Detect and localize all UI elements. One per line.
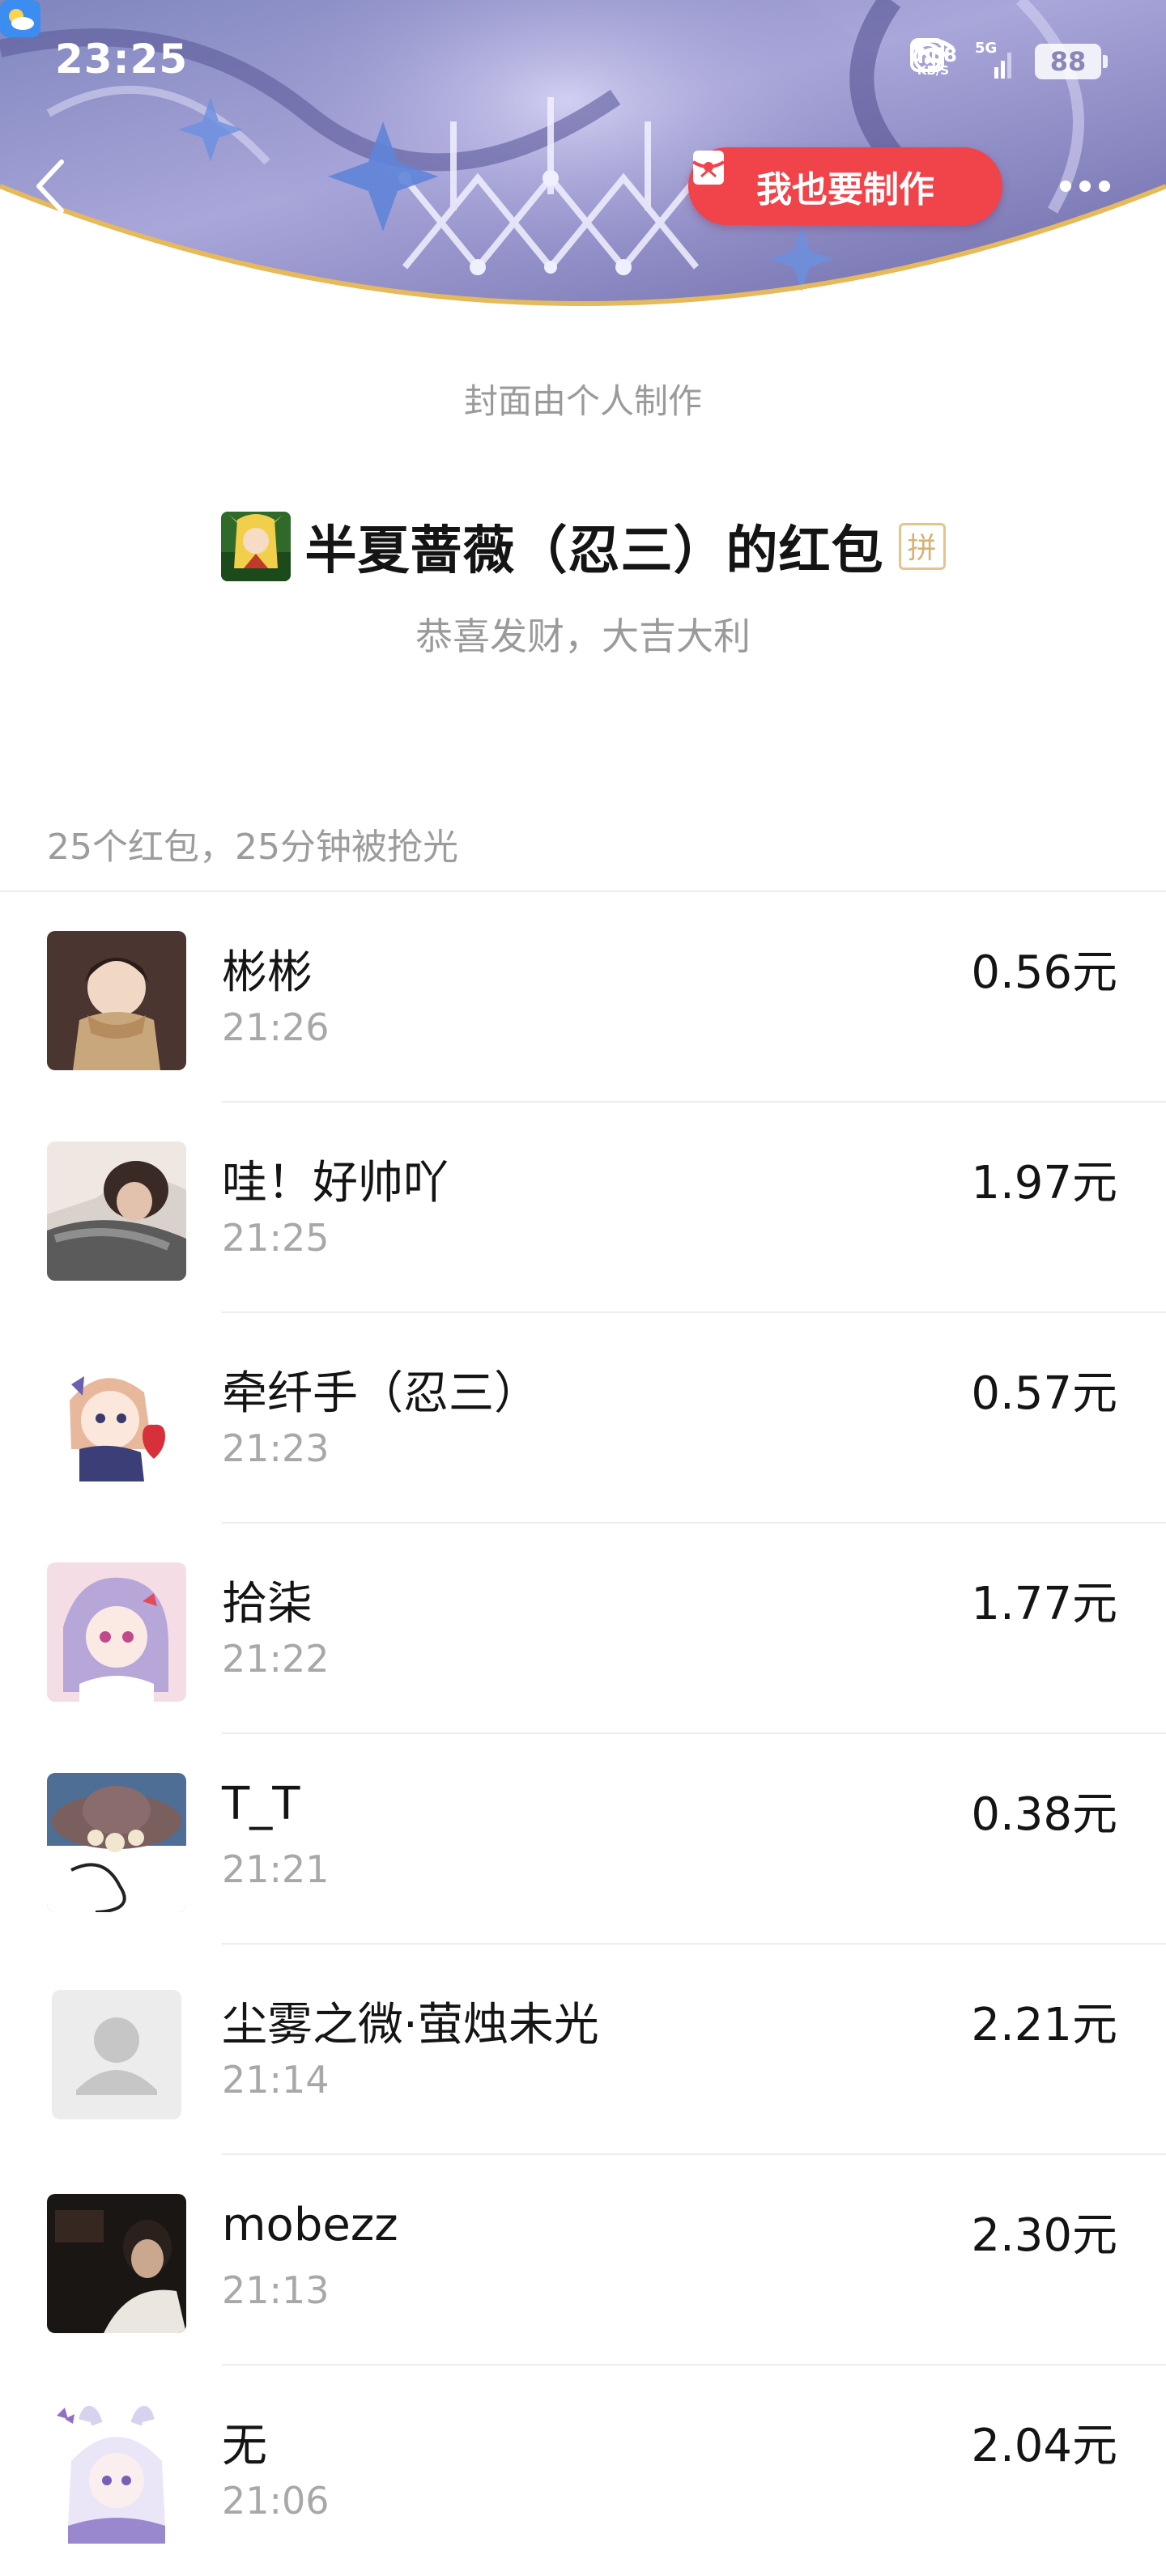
user-avatar[interactable] bbox=[52, 1990, 181, 2119]
user-name: 无 bbox=[222, 2420, 267, 2472]
more-dots-icon bbox=[1060, 181, 1110, 192]
car-night-photo-avatar-image bbox=[47, 2194, 186, 2333]
user-avatar[interactable] bbox=[47, 1773, 186, 1912]
make-button-label: 我也要制作 bbox=[756, 169, 934, 210]
default-user-icon bbox=[52, 1990, 181, 2119]
list-item[interactable]: 哇！好帅吖 21:25 1.97元 bbox=[0, 1103, 1166, 1313]
user-avatar[interactable] bbox=[47, 1141, 186, 1281]
back-button[interactable] bbox=[31, 154, 71, 219]
battery-indicator: 88 bbox=[1035, 44, 1108, 79]
anime-purple-hair-avatar-image bbox=[47, 1562, 186, 1702]
anime-boy-scarf-avatar-image bbox=[47, 931, 186, 1070]
list-item[interactable]: 拾柒 21:22 1.77元 bbox=[0, 1524, 1166, 1734]
claim-amount: 1.77元 bbox=[971, 1578, 1117, 1630]
claim-time: 21:23 bbox=[222, 1426, 330, 1470]
user-name: mobezz bbox=[222, 2199, 398, 2251]
user-name: T_T bbox=[222, 1778, 300, 1830]
list-item[interactable]: 无 21:06 2.04元 bbox=[0, 2366, 1166, 2576]
user-avatar[interactable] bbox=[47, 931, 186, 1070]
list-item[interactable]: mobezz 21:13 2.30元 bbox=[0, 2155, 1166, 2366]
claim-amount: 0.38元 bbox=[971, 1788, 1117, 1841]
make-cover-button[interactable]: 我也要制作 bbox=[688, 147, 1002, 225]
claim-record-list: 彬彬 21:26 0.56元 哇！好帅吖 21:25 1.97元 牵纤手（忍三）… bbox=[0, 892, 1166, 2576]
claim-amount: 2.30元 bbox=[971, 2209, 1117, 2262]
claim-amount: 2.04元 bbox=[971, 2420, 1117, 2472]
hat-flower-avatar-image bbox=[47, 1773, 186, 1912]
status-icons: 0.58 KB/S 5G 88 bbox=[909, 37, 1108, 86]
more-options-button[interactable] bbox=[1053, 166, 1117, 206]
pin-badge[interactable]: 拼 bbox=[898, 523, 946, 570]
claim-time: 21:25 bbox=[222, 1216, 330, 1260]
user-name: 牵纤手（忍三） bbox=[222, 1367, 539, 1420]
user-name: 哇！好帅吖 bbox=[222, 1157, 449, 1209]
claim-amount: 0.56元 bbox=[971, 946, 1117, 999]
user-avatar[interactable] bbox=[47, 1352, 186, 1491]
claim-time: 21:26 bbox=[222, 1005, 330, 1049]
cover-note: 封面由个人制作 bbox=[463, 381, 702, 421]
user-avatar[interactable] bbox=[47, 2404, 186, 2544]
cell-signal: 5G bbox=[975, 40, 1017, 80]
claim-amount: 2.21元 bbox=[971, 1999, 1117, 2051]
claim-time: 21:06 bbox=[222, 2479, 330, 2523]
list-item[interactable]: T_T 21:21 0.38元 bbox=[0, 1734, 1166, 1945]
claim-time: 21:13 bbox=[222, 2268, 330, 2312]
chibi-heart-avatar-image bbox=[47, 1352, 186, 1491]
status-time: 23:25 bbox=[55, 36, 189, 83]
list-item[interactable]: 彬彬 21:26 0.56元 bbox=[0, 892, 1166, 1103]
claim-time: 21:14 bbox=[222, 2058, 330, 2102]
sender-title: 半夏蔷薇（忍三）的红包 bbox=[304, 521, 884, 581]
cover-banner: 23:25 0.58 KB/S bbox=[0, 0, 1166, 348]
claim-amount: 0.57元 bbox=[971, 1367, 1117, 1420]
claim-time: 21:22 bbox=[222, 1637, 330, 1681]
sender-avatar-image bbox=[220, 512, 291, 581]
user-name: 尘雾之微·萤烛未光 bbox=[222, 1999, 599, 2051]
user-avatar[interactable] bbox=[47, 1562, 186, 1702]
sender-avatar bbox=[220, 512, 291, 581]
red-envelope-icon bbox=[692, 151, 726, 185]
envelope-title-row: 半夏蔷薇（忍三）的红包 拼 bbox=[0, 502, 1166, 591]
claim-time: 21:21 bbox=[222, 1847, 330, 1891]
weather-app-icon bbox=[0, 0, 40, 37]
claim-summary: 25个红包，25分钟被抢光 bbox=[47, 827, 458, 868]
claim-amount: 1.97元 bbox=[971, 1157, 1117, 1209]
user-avatar[interactable] bbox=[47, 2194, 186, 2333]
photo-girl-avatar-image bbox=[47, 1141, 186, 1281]
greeting-message: 恭喜发财，大吉大利 bbox=[415, 614, 751, 658]
signal-bars-icon bbox=[994, 53, 1011, 79]
chevron-left-icon bbox=[36, 159, 64, 213]
status-bar: 23:25 0.58 KB/S bbox=[0, 0, 1166, 130]
list-item[interactable]: 牵纤手（忍三） 21:23 0.57元 bbox=[0, 1313, 1166, 1524]
wifi-icon bbox=[911, 38, 955, 72]
user-name: 拾柒 bbox=[222, 1578, 313, 1630]
list-item[interactable]: 尘雾之微·萤烛未光 21:14 2.21元 bbox=[0, 1945, 1166, 2155]
user-name: 彬彬 bbox=[222, 946, 313, 999]
chibi-bunny-hood-avatar-image bbox=[47, 2404, 186, 2544]
